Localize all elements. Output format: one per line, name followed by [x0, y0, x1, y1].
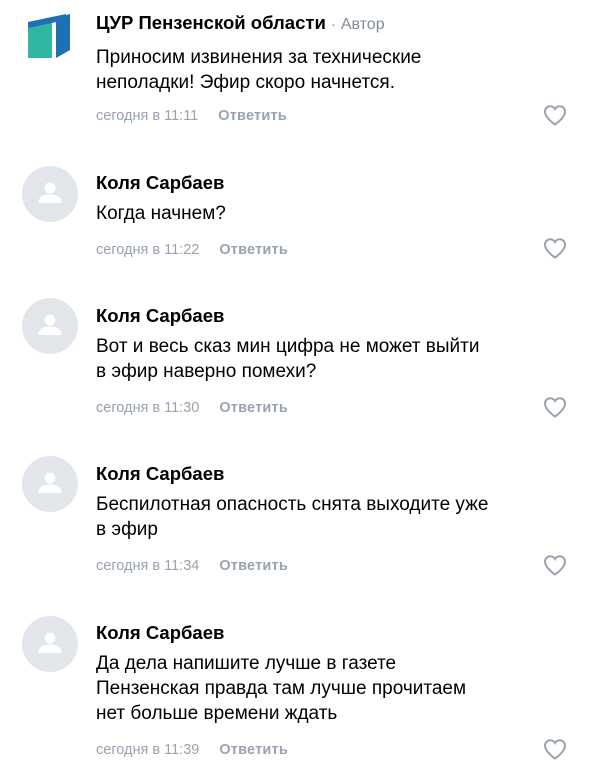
comment-author-name[interactable]: Коля Сарбаев	[96, 171, 572, 195]
comment-timestamp: сегодня в 11:34	[96, 558, 200, 574]
comment-text: Приносим извинения за технические непола…	[96, 47, 422, 93]
comment-author-name[interactable]: Коля Сарбаев	[96, 462, 572, 486]
heart-outline-icon[interactable]	[543, 237, 567, 259]
author-separator: ·	[330, 16, 336, 33]
reply-button[interactable]: Ответить	[219, 242, 288, 258]
comment-body: Коля Сарбаев Когда начнем?	[96, 171, 572, 226]
heart-outline-icon[interactable]	[543, 104, 567, 126]
default-user-icon	[38, 314, 62, 335]
avatar[interactable]	[22, 166, 78, 222]
comment-body: ЦУР Пензенской области · Автор Приносим из…	[96, 11, 572, 95]
avatar[interactable]	[22, 456, 78, 512]
reply-button[interactable]: Ответить	[219, 558, 288, 574]
comment-timestamp: сегодня в 11:11	[96, 108, 199, 124]
cur-logo-icon[interactable]	[26, 14, 72, 62]
default-user-icon	[38, 472, 62, 493]
comment-author-name[interactable]: Коля Сарбаев	[96, 621, 572, 645]
comment-body: Коля Сарбаев Вот и весь сказ мин цифра н…	[96, 304, 572, 384]
comment-meta: сегодня в 11:39 Ответить	[96, 741, 288, 759]
avatar[interactable]	[22, 298, 78, 354]
reply-button[interactable]: Ответить	[218, 108, 287, 124]
comment-meta: сегодня в 11:30 Ответить	[96, 399, 288, 417]
reply-button[interactable]: Ответить	[219, 400, 288, 416]
comment-author-name[interactable]: ЦУР Пензенской области	[96, 12, 326, 33]
comment-text: Беспилотная опасность снята выходите уже…	[96, 494, 489, 540]
heart-outline-icon[interactable]	[543, 554, 567, 576]
avatar[interactable]	[22, 616, 78, 672]
heart-outline-icon[interactable]	[543, 396, 567, 418]
comment-body: Коля Сарбаев Беспилотная опасность снята…	[96, 462, 572, 542]
default-user-icon	[38, 632, 62, 653]
author-badge: Автор	[340, 16, 385, 33]
comment-body: Коля Сарбаев Да дела напишите лучше в га…	[96, 621, 572, 726]
comment-meta: сегодня в 11:11 Ответить	[96, 107, 287, 125]
comment-timestamp: сегодня в 11:39	[96, 742, 200, 758]
default-user-icon	[38, 182, 62, 203]
comment-meta: сегодня в 11:22 Ответить	[96, 241, 288, 259]
comment-author-name[interactable]: Коля Сарбаев	[96, 304, 572, 328]
comment-author-line: ЦУР Пензенской области · Автор	[96, 11, 572, 37]
heart-outline-icon[interactable]	[543, 738, 567, 760]
comment-meta: сегодня в 11:34 Ответить	[96, 557, 288, 575]
comment-text: Когда начнем?	[96, 203, 226, 224]
comment-timestamp: сегодня в 11:30	[96, 400, 200, 416]
comment-text: Да дела напишите лучше в газете Пензенск…	[96, 653, 467, 724]
comment-timestamp: сегодня в 11:22	[96, 242, 200, 258]
reply-button[interactable]: Ответить	[219, 742, 288, 758]
comment-text: Вот и весь сказ мин цифра не может выйти…	[96, 336, 480, 382]
